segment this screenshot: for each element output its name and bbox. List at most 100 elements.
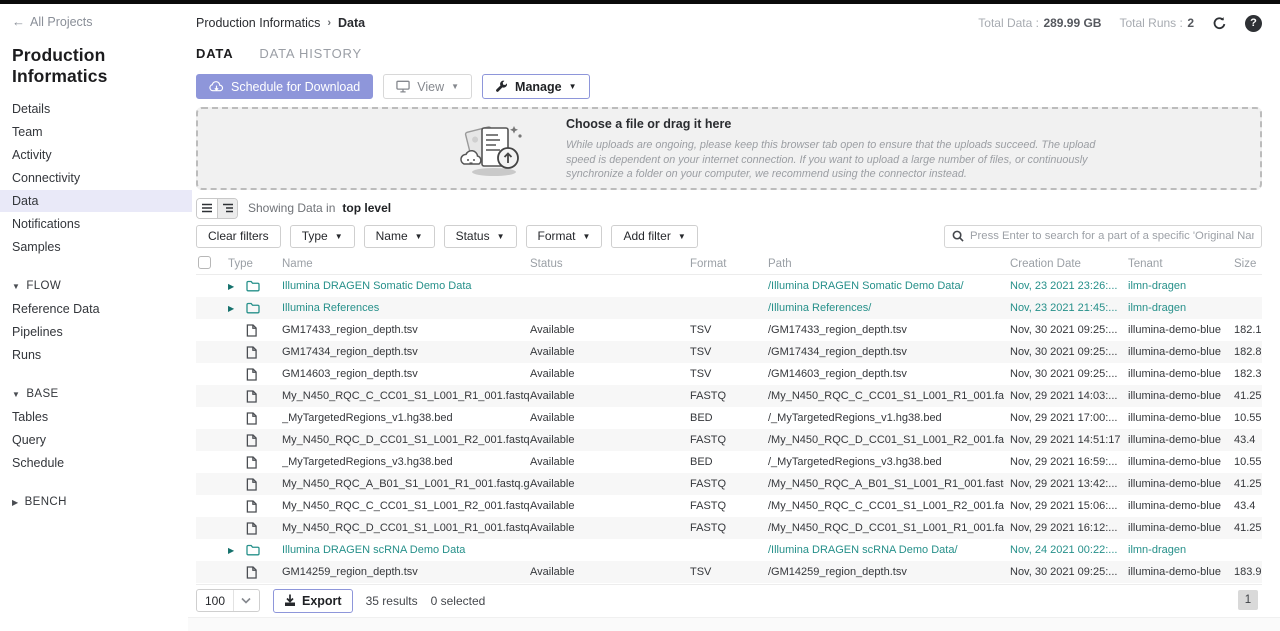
refresh-icon[interactable] [1212, 16, 1227, 31]
table-row[interactable]: _MyTargetedRegions_v1.hg38.bedAvailableB… [196, 407, 1262, 429]
help-icon[interactable]: ? [1245, 15, 1262, 32]
table-row[interactable]: My_N450_RQC_A_B01_S1_L001_R1_001.fastq.g… [196, 473, 1262, 495]
column-header-creation-date[interactable]: Creation Date [1004, 258, 1122, 270]
tab-data[interactable]: DATA [196, 46, 233, 64]
table-row[interactable]: GM14603_region_depth.tsvAvailableTSV/GM1… [196, 363, 1262, 385]
select-all-checkbox[interactable] [198, 256, 211, 269]
row-name[interactable]: My_N450_RQC_D_CC01_S1_L001_R2_001.fastq.… [282, 434, 530, 446]
tree-list-icon[interactable] [217, 199, 237, 218]
row-name[interactable]: Illumina DRAGEN Somatic Demo Data [282, 280, 530, 292]
folder-icon [246, 280, 260, 292]
row-name[interactable]: My_N450_RQC_C_CC01_S1_L001_R2_001.fastq.… [282, 500, 530, 512]
sidebar-item-team[interactable]: Team [0, 121, 192, 143]
row-name[interactable]: My_N450_RQC_C_CC01_S1_L001_R1_001.fastq.… [282, 390, 530, 402]
expand-caret-icon[interactable]: ▶ [228, 546, 238, 555]
expand-caret-icon[interactable]: ▶ [228, 304, 238, 313]
filter-dropdown-status[interactable]: Status▼ [444, 225, 517, 248]
export-button[interactable]: Export [273, 589, 353, 613]
search-icon [952, 230, 964, 242]
tab-data-history[interactable]: DATA HISTORY [259, 46, 362, 64]
row-tenant: illumina-demo-blue [1122, 346, 1228, 358]
row-name[interactable]: GM17433_region_depth.tsv [282, 324, 530, 336]
sidebar-item-query[interactable]: Query [0, 429, 192, 451]
row-creation-date: Nov, 30 2021 09:25:... [1004, 566, 1122, 578]
file-dropzone[interactable]: Choose a file or drag it here While uplo… [196, 107, 1262, 190]
sidebar-item-runs[interactable]: Runs [0, 344, 192, 366]
row-name[interactable]: Illumina DRAGEN scRNA Demo Data [282, 544, 530, 556]
schedule-for-download-button[interactable]: Schedule for Download [196, 74, 373, 99]
sidebar-section-bench[interactable]: ▶BENCH [12, 496, 180, 508]
row-path: /_MyTargetedRegions_v1.hg38.bed [760, 412, 1004, 424]
page-number-button[interactable]: 1 [1238, 590, 1258, 610]
folder-icon [246, 544, 260, 556]
sidebar-item-pipelines[interactable]: Pipelines [0, 321, 192, 343]
table-row[interactable]: GM17433_region_depth.tsvAvailableTSV/GM1… [196, 319, 1262, 341]
column-header-type[interactable]: Type [218, 258, 282, 270]
table-row[interactable]: GM14259_region_depth.tsvAvailableTSV/GM1… [196, 561, 1262, 583]
row-status: Available [530, 500, 682, 512]
filter-dropdowns: Type▼ Name▼ Status▼ Format▼ [290, 225, 603, 248]
table-row[interactable]: My_N450_RQC_C_CC01_S1_L001_R1_001.fastq.… [196, 385, 1262, 407]
row-type-cell [218, 434, 282, 447]
row-tenant: illumina-demo-blue [1122, 478, 1228, 490]
table-row[interactable]: My_N450_RQC_C_CC01_S1_L001_R2_001.fastq.… [196, 495, 1262, 517]
table-row[interactable]: My_N450_RQC_D_CC01_S1_L001_R1_001.fastq.… [196, 517, 1262, 539]
page-size-select[interactable]: 100 [196, 589, 260, 612]
search-box [944, 225, 1262, 248]
clear-filters-button[interactable]: Clear filters [196, 225, 281, 248]
row-name[interactable]: My_N450_RQC_D_CC01_S1_L001_R1_001.fastq.… [282, 522, 530, 534]
column-header-tenant[interactable]: Tenant [1122, 258, 1228, 270]
row-name[interactable]: GM14603_region_depth.tsv [282, 368, 530, 380]
column-header-format[interactable]: Format [682, 258, 760, 270]
flat-list-icon[interactable] [197, 199, 217, 218]
row-creation-date: Nov, 23 2021 21:45:... [1004, 302, 1122, 314]
column-header-name[interactable]: Name [282, 258, 530, 270]
sidebar-section-flow[interactable]: ▼FLOW [12, 280, 180, 292]
sidebar-item-connectivity[interactable]: Connectivity [0, 167, 192, 189]
row-size: 43.4 [1228, 500, 1262, 512]
search-input[interactable] [970, 230, 1254, 242]
row-name[interactable]: GM17434_region_depth.tsv [282, 346, 530, 358]
row-name[interactable]: _MyTargetedRegions_v1.hg38.bed [282, 412, 530, 424]
sidebar-item-reference-data[interactable]: Reference Data [0, 298, 192, 320]
row-type-cell [218, 566, 282, 579]
row-name[interactable]: Illumina References [282, 302, 530, 314]
sidebar-item-activity[interactable]: Activity [0, 144, 192, 166]
table-row[interactable]: My_N450_RQC_D_CC01_S1_L001_R2_001.fastq.… [196, 429, 1262, 451]
sidebar-item-details[interactable]: Details [0, 98, 192, 120]
row-name[interactable]: My_N450_RQC_A_B01_S1_L001_R1_001.fastq.g… [282, 478, 530, 490]
sidebar-item-samples[interactable]: Samples [0, 236, 192, 258]
table-row[interactable]: ▶Illumina References/Illumina References… [196, 297, 1262, 319]
column-header-path[interactable]: Path [760, 258, 1004, 270]
sidebar-item-notifications[interactable]: Notifications [0, 213, 192, 235]
table-row[interactable]: ▶Illumina DRAGEN Somatic Demo Data/Illum… [196, 275, 1262, 297]
row-name[interactable]: GM14259_region_depth.tsv [282, 566, 530, 578]
row-type-cell [218, 390, 282, 403]
add-filter-button[interactable]: Add filter ▼ [611, 225, 697, 248]
sidebar-item-schedule[interactable]: Schedule [0, 452, 192, 474]
sidebar-section-base[interactable]: ▼BASE [12, 388, 180, 400]
dropzone-instructions: While uploads are ongoing, please keep t… [566, 138, 1126, 182]
table-row[interactable]: _MyTargetedRegions_v3.hg38.bedAvailableB… [196, 451, 1262, 473]
manage-button[interactable]: Manage ▼ [482, 74, 589, 99]
column-header-status[interactable]: Status [530, 258, 682, 270]
filter-dropdown-type[interactable]: Type▼ [290, 225, 355, 248]
breadcrumb-parent[interactable]: Production Informatics [196, 16, 320, 30]
row-type-cell [218, 500, 282, 513]
expand-caret-icon[interactable]: ▶ [228, 282, 238, 291]
row-status: Available [530, 478, 682, 490]
sidebar-item-tables[interactable]: Tables [0, 406, 192, 428]
table-row[interactable]: GM17434_region_depth.tsvAvailableTSV/GM1… [196, 341, 1262, 363]
sidebar-item-data[interactable]: Data [0, 190, 192, 212]
chevron-down-icon: ▼ [569, 82, 577, 91]
view-button[interactable]: View ▼ [383, 74, 472, 99]
table-row[interactable]: ▶Illumina DRAGEN scRNA Demo Data/Illumin… [196, 539, 1262, 561]
filter-dropdown-format[interactable]: Format▼ [526, 225, 603, 248]
wrench-icon [495, 80, 508, 93]
all-projects-back-link[interactable]: ← All Projects [12, 14, 180, 29]
column-header-size[interactable]: Size [1228, 258, 1262, 270]
row-path: /GM17433_region_depth.tsv [760, 324, 1004, 336]
row-size: 41.25 [1228, 522, 1262, 534]
filter-dropdown-name[interactable]: Name▼ [364, 225, 435, 248]
row-name[interactable]: _MyTargetedRegions_v3.hg38.bed [282, 456, 530, 468]
